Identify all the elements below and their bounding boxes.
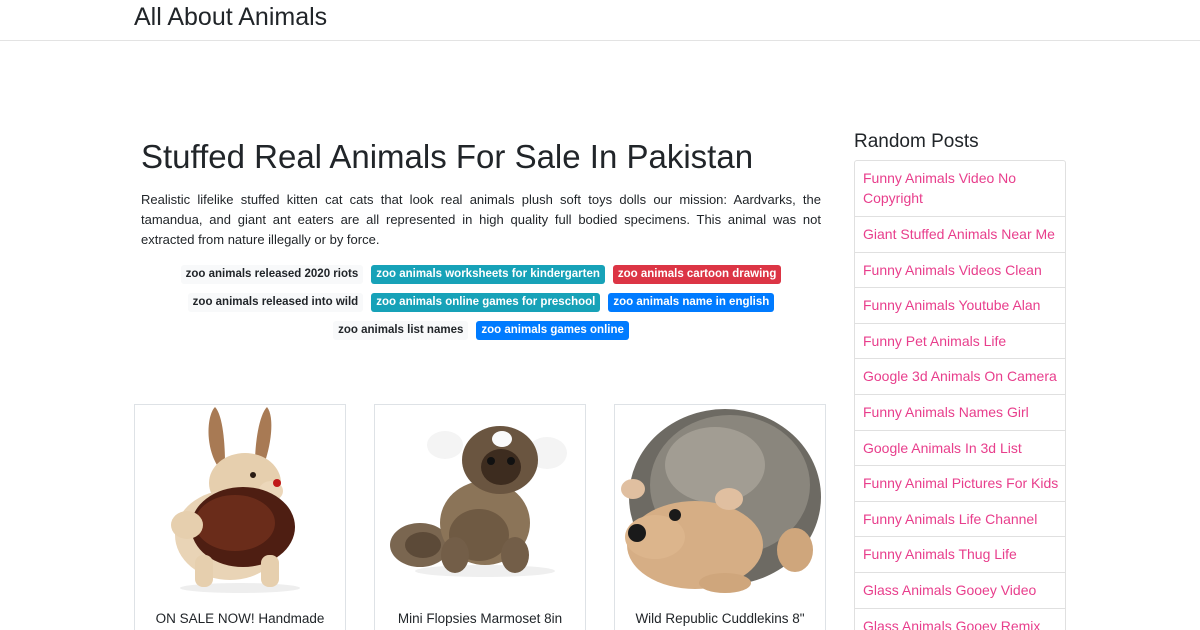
- product-card[interactable]: ON SALE NOW! Handmade Deer Plush Animal …: [134, 404, 346, 630]
- article-intro: Realistic lifelike stuffed kitten cat ca…: [141, 192, 821, 247]
- card-title[interactable]: ON SALE NOW! Handmade Deer Plush Animal …: [145, 610, 335, 630]
- tag-badge[interactable]: zoo animals released into wild: [187, 293, 364, 312]
- top-navbar: All About Animals: [0, 0, 1200, 41]
- tag-row: zoo animals released into wild zoo anima…: [141, 293, 821, 321]
- random-post-link[interactable]: Funny Animals Names Girl: [855, 393, 1065, 430]
- random-post-link[interactable]: Glass Animals Gooey Video: [855, 571, 1065, 608]
- random-post-link[interactable]: Funny Animals Thug Life: [855, 536, 1065, 572]
- random-post-link[interactable]: Glass Animals Gooey Remix: [855, 607, 1065, 630]
- random-post-link[interactable]: Funny Animals Youtube Alan: [855, 287, 1065, 323]
- page-title: Stuffed Real Animals For Sale In Pakista…: [141, 138, 754, 175]
- tag-badge[interactable]: zoo animals released 2020 riots: [180, 265, 364, 284]
- random-post-link[interactable]: Funny Animals Videos Clean: [855, 251, 1065, 288]
- sidebar-heading: Random Posts: [854, 131, 979, 152]
- brown-fluffy-deer-plush-image[interactable]: [135, 405, 345, 595]
- tag-badge[interactable]: zoo animals name in english: [608, 293, 775, 312]
- card-title[interactable]: Wild Republic Cuddlekins 8" Hedgehog Plu…: [625, 610, 815, 630]
- site-brand-link[interactable]: All About Animals: [134, 3, 327, 32]
- random-post-link[interactable]: Funny Animals Life Channel: [855, 500, 1065, 537]
- tag-badge[interactable]: zoo animals games online: [476, 321, 629, 340]
- tag-cloud: zoo animals released 2020 riots zoo anim…: [141, 265, 821, 349]
- random-post-link[interactable]: Funny Animals Video No Copyright: [855, 161, 1065, 216]
- random-post-link[interactable]: Google Animals In 3d List: [855, 429, 1065, 466]
- product-card[interactable]: Wild Republic Cuddlekins 8" Hedgehog Plu…: [614, 404, 826, 630]
- tag-badge[interactable]: zoo animals online games for preschool: [371, 293, 601, 312]
- tag-badge[interactable]: zoo animals list names: [333, 321, 469, 340]
- tag-row: zoo animals list names zoo animals games…: [141, 321, 821, 349]
- random-post-link[interactable]: Google 3d Animals On Camera: [855, 358, 1065, 394]
- marmoset-monkey-plush-image[interactable]: [375, 405, 585, 595]
- tag-badge[interactable]: zoo animals cartoon drawing: [612, 265, 782, 284]
- random-post-link[interactable]: Funny Animal Pictures For Kids: [855, 465, 1065, 501]
- tag-badge[interactable]: zoo animals worksheets for kindergarten: [371, 265, 605, 284]
- random-posts-sidebar: Random Posts Funny Animals Video No Copy…: [854, 131, 1066, 630]
- product-card[interactable]: Mini Flopsies Marmoset 8in Monkey stuffe…: [374, 404, 586, 630]
- random-post-link[interactable]: Giant Stuffed Animals Near Me: [855, 216, 1065, 252]
- random-post-link[interactable]: Funny Pet Animals Life: [855, 322, 1065, 359]
- article: Stuffed Real Animals For Sale In Pakista…: [141, 138, 821, 250]
- random-posts-list: Funny Animals Video No Copyright Giant S…: [854, 160, 1066, 630]
- hedgehog-plush-image[interactable]: [615, 405, 825, 595]
- card-title[interactable]: Mini Flopsies Marmoset 8in Monkey stuffe…: [385, 610, 575, 630]
- tag-row: zoo animals released 2020 riots zoo anim…: [141, 265, 821, 293]
